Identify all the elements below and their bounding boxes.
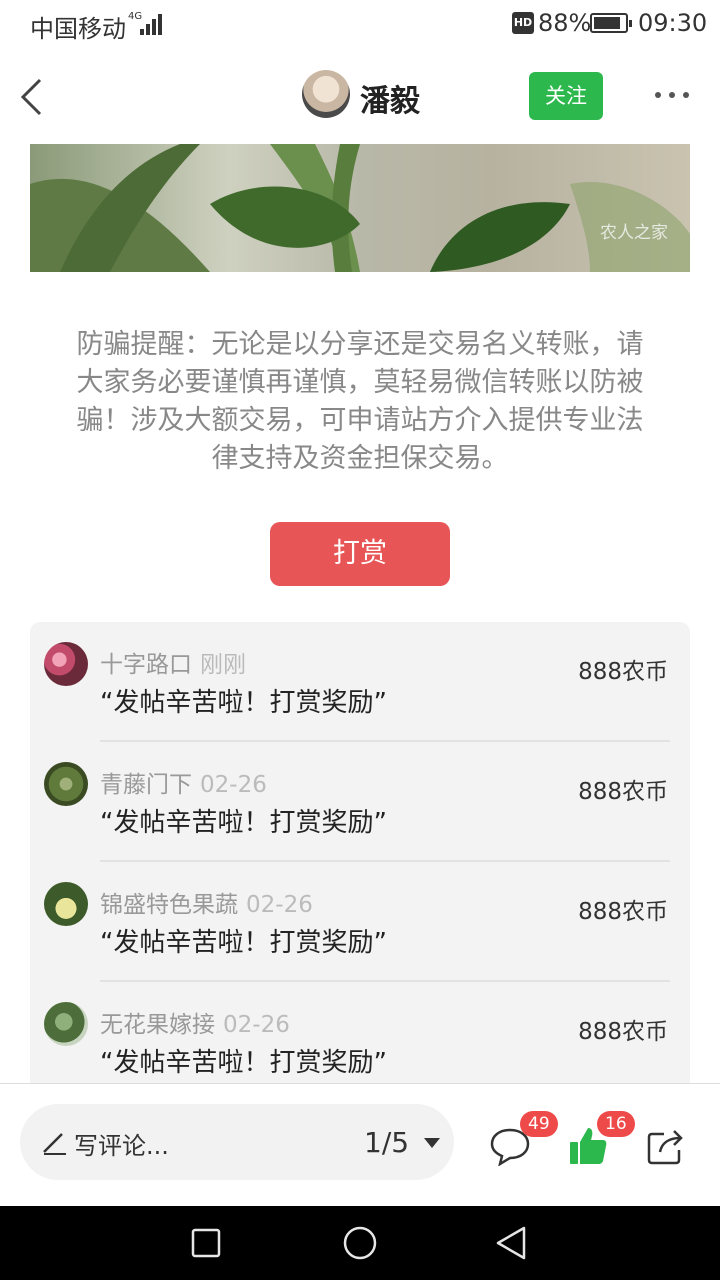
- list-item[interactable]: 锦盛特色果蔬 02-26 “发帖辛苦啦！打赏奖励” 888农币: [30, 862, 690, 982]
- back-button[interactable]: [18, 76, 46, 118]
- reward-time: 02-26: [223, 1012, 290, 1038]
- post-photo[interactable]: 农人之家: [30, 144, 690, 272]
- reward-user-name: 十字路口: [100, 652, 192, 678]
- photo-watermark: 农人之家: [600, 223, 668, 243]
- avatar[interactable]: [44, 1002, 88, 1046]
- list-item[interactable]: 青藤门下 02-26 “发帖辛苦啦！打赏奖励” 888农币: [30, 742, 690, 862]
- reward-user: 青藤门下 02-26: [100, 765, 267, 799]
- status-bar: 中国移动 4G HD 88% 09:30: [0, 0, 720, 50]
- page-indicator[interactable]: 1/5: [364, 1126, 409, 1159]
- system-nav-bar: [0, 1206, 720, 1280]
- reward-user: 锦盛特色果蔬 02-26: [100, 885, 313, 919]
- post-header: 潘毅 关注: [0, 50, 720, 142]
- chevron-left-icon: [20, 78, 42, 116]
- reward-message: “发帖辛苦啦！打赏奖励”: [100, 1048, 387, 1078]
- fraud-warning: 防骗提醒：无论是以分享还是交易名义转账，请大家务必要谨慎再谨慎，莫轻易微信转账以…: [76, 329, 644, 474]
- reward-amount: 888农币: [578, 659, 668, 685]
- chevron-down-icon[interactable]: [424, 1138, 440, 1148]
- reward-amount: 888农币: [578, 779, 668, 805]
- signal-icon: [140, 13, 164, 35]
- reward-time: 刚刚: [200, 652, 246, 678]
- reward-message: “发帖辛苦啦！打赏奖励”: [100, 688, 387, 718]
- battery-percent: 88%: [538, 9, 592, 37]
- reward-user: 无花果嫁接 02-26: [100, 1005, 290, 1039]
- author-name[interactable]: 潘毅: [360, 76, 420, 120]
- reward-time: 02-26: [200, 772, 267, 798]
- hd-icon: HD: [512, 12, 534, 34]
- plant-photo: [30, 144, 690, 272]
- share-icon: [647, 1130, 683, 1165]
- back-icon[interactable]: [494, 1225, 528, 1261]
- list-item[interactable]: 无花果嫁接 02-26 “发帖辛苦啦！打赏奖励” 888农币: [30, 982, 690, 1092]
- reward-user-name: 无花果嫁接: [100, 1012, 215, 1038]
- comment-input[interactable]: 写评论... 1/5: [20, 1104, 454, 1180]
- avatar[interactable]: [44, 882, 88, 926]
- reward-user-name: 锦盛特色果蔬: [100, 892, 238, 918]
- reward-user: 十字路口 刚刚: [100, 645, 246, 679]
- recent-apps-icon[interactable]: [190, 1227, 222, 1259]
- reward-list: 十字路口 刚刚 “发帖辛苦啦！打赏奖励” 888农币 青藤门下 02-26 “发帖辛…: [30, 622, 690, 1092]
- share-button[interactable]: [646, 1126, 686, 1166]
- clock: 09:30: [638, 9, 708, 37]
- reward-time: 02-26: [246, 892, 313, 918]
- list-item[interactable]: 十字路口 刚刚 “发帖辛苦啦！打赏奖励” 888农币: [30, 622, 690, 742]
- like-count-badge: 16: [597, 1111, 635, 1137]
- follow-button[interactable]: 关注: [529, 72, 603, 120]
- home-icon[interactable]: [342, 1225, 378, 1261]
- tip-button[interactable]: 打赏: [270, 522, 450, 586]
- reward-message: “发帖辛苦啦！打赏奖励”: [100, 928, 387, 958]
- reward-amount: 888农币: [578, 1019, 668, 1045]
- more-button[interactable]: [652, 80, 692, 110]
- battery-icon: [590, 13, 632, 33]
- carrier-name: 中国移动: [30, 15, 126, 43]
- reward-amount: 888农币: [578, 899, 668, 925]
- comment-placeholder: 写评论...: [74, 1132, 169, 1160]
- reward-user-name: 青藤门下: [100, 772, 192, 798]
- pencil-icon: [43, 1133, 66, 1155]
- comment-count-badge: 49: [520, 1111, 558, 1137]
- bottom-action-bar: 写评论... 1/5 49 16: [0, 1083, 720, 1206]
- author-avatar[interactable]: [302, 70, 350, 118]
- avatar[interactable]: [44, 762, 88, 806]
- reward-message: “发帖辛苦啦！打赏奖励”: [100, 808, 387, 838]
- avatar[interactable]: [44, 642, 88, 686]
